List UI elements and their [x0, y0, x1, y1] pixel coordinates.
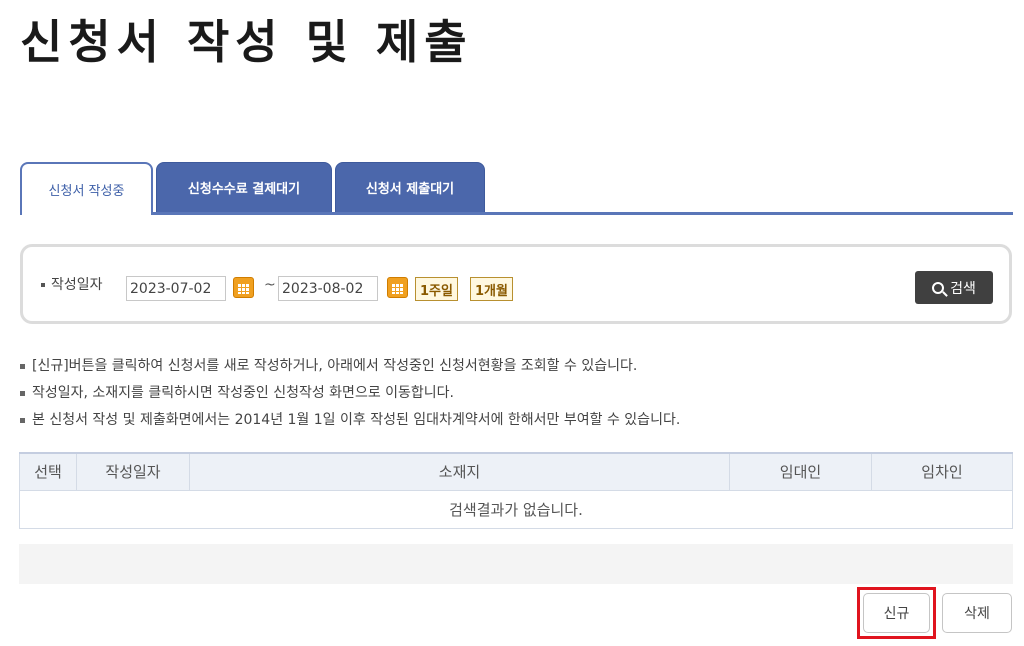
delete-button-label: 삭제	[964, 606, 990, 622]
bullet-icon	[20, 363, 25, 369]
empty-result-message: 검색결과가 없습니다.	[19, 489, 1013, 529]
bullet-icon	[20, 417, 25, 423]
table-row: 검색결과가 없습니다.	[19, 489, 1013, 529]
date-filter-label: 작성일자	[41, 274, 103, 294]
tab-submit-waiting-label: 신청서 제출대기	[365, 182, 455, 197]
col-date: 작성일자	[76, 452, 190, 491]
tab-writing-label: 신청서 작성중	[48, 184, 125, 199]
pagination-bar	[19, 544, 1013, 584]
search-button[interactable]: 검색	[915, 271, 993, 304]
guide-note: 작성일자, 소재지를 클릭하시면 작성중인 신청작성 화면으로 이동합니다.	[20, 382, 680, 409]
tab-fee-payment[interactable]: 신청수수료 결제대기	[156, 162, 332, 213]
search-icon	[932, 281, 945, 294]
date-to-input[interactable]	[278, 276, 378, 301]
guide-note: 본 신청서 작성 및 제출화면에서는 2014년 1월 1일 이후 작성된 임대…	[20, 409, 680, 436]
col-location: 소재지	[189, 452, 730, 491]
col-tenant: 임차인	[871, 452, 1013, 491]
application-table: 선택 작성일자 소재지 임대인 임차인 검색결과가 없습니다.	[19, 452, 1013, 529]
col-select: 선택	[19, 452, 77, 491]
delete-button[interactable]: 삭제	[942, 593, 1012, 633]
guide-note: [신규]버튼을 클릭하여 신청서를 새로 작성하거나, 아래에서 작성중인 신청…	[20, 355, 680, 382]
date-from-input[interactable]	[126, 276, 226, 301]
bullet-icon	[41, 283, 45, 287]
date-separator: ~	[264, 277, 276, 293]
tab-submit-waiting[interactable]: 신청서 제출대기	[335, 162, 485, 213]
tab-bar: 신청서 작성중 신청수수료 결제대기 신청서 제출대기	[20, 160, 1013, 215]
tab-writing[interactable]: 신청서 작성중	[20, 162, 153, 215]
page-title: 신청서 작성 및 제출	[20, 15, 473, 69]
highlight-box	[857, 587, 936, 639]
bullet-icon	[20, 390, 25, 396]
one-week-button[interactable]: 1주일	[415, 277, 458, 301]
one-month-button[interactable]: 1개월	[470, 277, 513, 301]
tab-underline	[20, 212, 1013, 215]
col-landlord: 임대인	[729, 452, 872, 491]
search-panel: 작성일자 ~ 1주일 1개월 검색	[20, 244, 1012, 324]
search-button-label: 검색	[950, 280, 976, 297]
calendar-icon[interactable]	[387, 277, 408, 298]
tab-fee-payment-label: 신청수수료 결제대기	[187, 182, 301, 197]
guide-notes: [신규]버튼을 클릭하여 신청서를 새로 작성하거나, 아래에서 작성중인 신청…	[20, 355, 680, 436]
calendar-icon[interactable]	[233, 277, 254, 298]
